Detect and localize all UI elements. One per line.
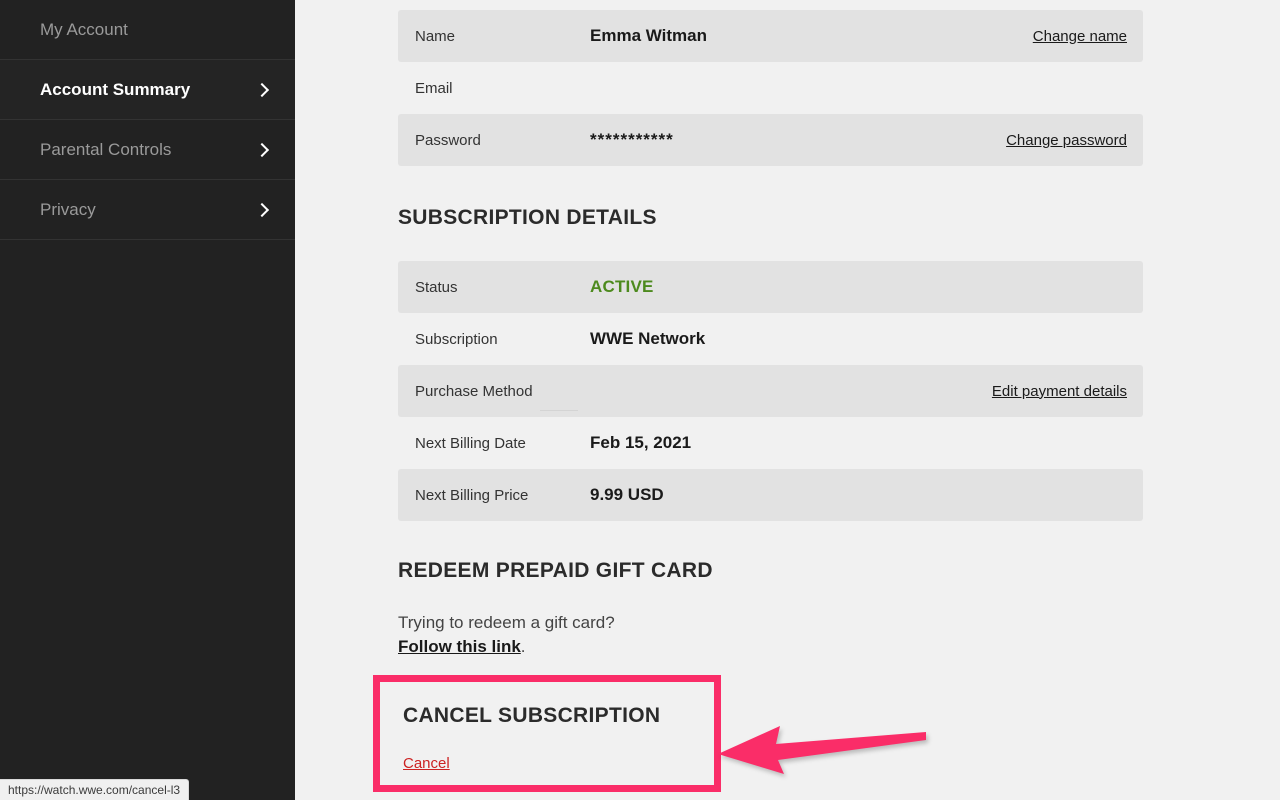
- cancel-subscription-heading: CANCEL SUBSCRIPTION: [403, 704, 661, 727]
- follow-this-link[interactable]: Follow this link: [398, 637, 521, 656]
- row-value-next-billing-date: Feb 15, 2021: [590, 433, 692, 452]
- table-row-next-billing-date: Next Billing Date Feb 15, 2021: [398, 417, 1143, 469]
- sidebar-item-label: Parental Controls: [40, 139, 172, 159]
- chevron-right-icon: [254, 82, 270, 97]
- row-value-next-billing-price: 9.99 USD: [590, 485, 664, 504]
- row-value-name: Emma Witman: [590, 26, 707, 45]
- chevron-right-icon: [254, 202, 270, 217]
- table-row-password: Password *********** Change password: [398, 114, 1143, 166]
- sidebar-item-parental-controls[interactable]: Parental Controls: [0, 120, 295, 180]
- status-badge: ACTIVE: [590, 277, 654, 296]
- edit-payment-details-link[interactable]: Edit payment details: [992, 383, 1127, 400]
- table-row-status: Status ACTIVE: [398, 261, 1143, 313]
- sidebar-item-my-account[interactable]: My Account: [0, 0, 295, 60]
- content-column: Name Emma Witman Change name Email Passw…: [398, 0, 1143, 659]
- row-label: Name: [415, 27, 456, 45]
- gift-card-period: .: [520, 637, 526, 656]
- sidebar-item-label: My Account: [40, 19, 128, 39]
- annotation-arrow-icon: [718, 722, 928, 774]
- row-label: Next Billing Date: [415, 434, 526, 452]
- cancel-subscription-section: CANCEL SUBSCRIPTION Cancel: [373, 675, 721, 792]
- row-label: Next Billing Price: [415, 486, 529, 504]
- table-row-name: Name Emma Witman Change name: [398, 10, 1143, 62]
- sidebar-item-account-summary[interactable]: Account Summary: [0, 60, 295, 120]
- chevron-right-icon: [254, 142, 270, 157]
- table-row-next-billing-price: Next Billing Price 9.99 USD: [398, 469, 1143, 521]
- sidebar-item-label: Privacy: [40, 199, 96, 219]
- row-label: Password: [415, 131, 481, 149]
- gift-card-question: Trying to redeem a gift card?: [398, 613, 615, 632]
- sidebar: My Account Account Summary Parental Cont…: [0, 0, 295, 800]
- row-label: Purchase Method: [415, 382, 533, 400]
- status-bar-url: https://watch.wwe.com/cancel-l3: [8, 783, 181, 797]
- row-label: Email: [415, 79, 453, 97]
- sidebar-item-privacy[interactable]: Privacy: [0, 180, 295, 240]
- sidebar-item-label: Account Summary: [40, 79, 191, 99]
- browser-status-bar: https://watch.wwe.com/cancel-l3: [0, 779, 190, 800]
- change-password-link[interactable]: Change password: [1006, 132, 1127, 149]
- gift-card-link-line: Follow this link.: [398, 635, 1143, 659]
- change-name-link[interactable]: Change name: [1033, 28, 1127, 45]
- table-row-email: Email: [398, 62, 1143, 114]
- table-row-subscription: Subscription WWE Network: [398, 313, 1143, 365]
- row-value-subscription: WWE Network: [590, 329, 706, 348]
- table-row-purchase-method: Purchase Method Edit payment details: [398, 365, 1143, 417]
- account-summary-page: My Account Account Summary Parental Cont…: [0, 0, 1280, 800]
- row-label: Status: [415, 278, 458, 296]
- cancel-subscription-inner: CANCEL SUBSCRIPTION Cancel: [380, 682, 714, 773]
- cancel-link[interactable]: Cancel: [403, 755, 450, 772]
- subscription-details-heading: SUBSCRIPTION DETAILS: [398, 206, 657, 229]
- row-label: Subscription: [415, 330, 498, 348]
- row-value-password: ***********: [590, 130, 674, 149]
- redeem-gift-card-heading: REDEEM PREPAID GIFT CARD: [398, 559, 713, 582]
